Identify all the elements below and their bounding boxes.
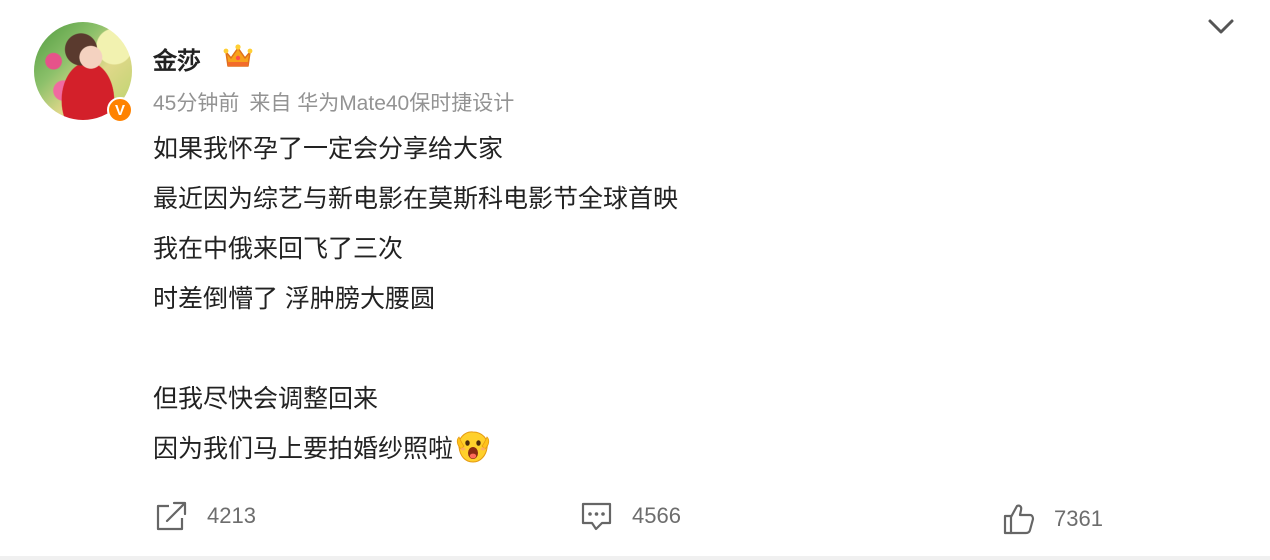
repost-icon (156, 501, 187, 531)
comment-button[interactable]: 4566 (580, 500, 681, 532)
comment-count: 4566 (632, 503, 681, 528)
verified-badge: V (107, 97, 133, 123)
comment-icon (581, 502, 612, 531)
like-count: 7361 (1054, 506, 1103, 531)
post-time[interactable]: 45分钟前 (153, 92, 239, 115)
post-meta: 45分钟前 来自 华为Mate40保时捷设计 (153, 87, 514, 117)
content-blank-line (153, 324, 678, 374)
content-line: 但我尽快会调整回来 (153, 385, 379, 413)
weibo-post: V 金莎 45分钟前 来自 华为Mate40保时捷设计 如果我怀孕了一定会分享给大… (0, 0, 1270, 556)
repost-count: 4213 (207, 503, 256, 528)
divider (0, 556, 1270, 560)
verified-badge-letter: V (114, 101, 125, 119)
username[interactable]: 金莎 (153, 41, 201, 76)
content-line: 如果我怀孕了一定会分享给大家 (153, 135, 504, 163)
content-line: 最近因为综艺与新电影在莫斯科电影节全球首映 (153, 185, 679, 213)
crown-icon[interactable] (222, 40, 254, 72)
content-line: 因为我们马上要拍婚纱照啦 (153, 435, 454, 463)
excited-face-emoji-icon (456, 431, 490, 463)
post-source[interactable]: 来自 华为Mate40保时捷设计 (249, 92, 514, 115)
content-line: 时差倒懵了 浮肿膀大腰圆 (153, 285, 435, 313)
thumbs-up-icon (1003, 504, 1035, 535)
like-button[interactable]: 7361 (1002, 502, 1103, 536)
repost-button[interactable]: 4213 (155, 500, 256, 532)
post-content: 如果我怀孕了一定会分享给大家 最近因为综艺与新电影在莫斯科电影节全球首映 我在中… (153, 124, 678, 474)
chevron-down-icon[interactable] (1205, 14, 1237, 38)
content-line: 我在中俄来回飞了三次 (153, 235, 404, 263)
content-line-with-emoji: 因为我们马上要拍婚纱照啦 (153, 424, 678, 474)
